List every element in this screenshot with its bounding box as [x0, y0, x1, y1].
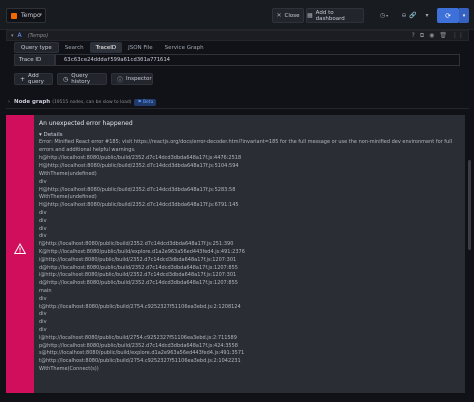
stack-line: WithTheme(Connect(s)) [39, 365, 99, 372]
add-query-label: Add query [28, 73, 44, 85]
chevron-down-icon: ▾ [386, 13, 389, 18]
trace-id-input[interactable]: 63c63ce24dddaf599a61cd301a771614 [55, 54, 460, 66]
error-boundary-panel: An unexpected error happened ▾ Details E… [6, 115, 465, 393]
add-query-button[interactable]: + Add query [14, 73, 53, 85]
time-picker-button[interactable]: ◷ ▾ [375, 8, 393, 23]
rocket-icon: ⚑ [137, 99, 142, 105]
stack-line: div [39, 217, 47, 224]
chevron-right-icon: › [8, 99, 10, 105]
stack-line: div [39, 178, 47, 185]
stack-line: h@http://localhost:8080/public/build/235… [39, 155, 242, 162]
stack-line: i@http://localhost:8080/public/build/235… [39, 256, 237, 263]
share-link-button[interactable]: 🔗 [406, 8, 420, 23]
more-options-button[interactable]: ▾ [420, 8, 434, 23]
tab-search[interactable]: Search [59, 42, 90, 53]
query-row-actions: ? ⧉ ◉ 🗑 ⋮⋮ [412, 32, 464, 40]
plus-icon: + [20, 75, 26, 83]
chevron-down-icon: ▾ [462, 12, 466, 19]
explore-toolbar: Tempo ▾ ✕ Close ▦ Add to dashboard ◷ ▾ ⊖ … [0, 0, 474, 30]
close-label: Close [284, 12, 300, 19]
stack-line: WithTheme(undefined) [39, 194, 97, 201]
drag-handle-icon[interactable]: ⋮⋮ [452, 32, 464, 40]
stack-line: div [39, 311, 47, 318]
stack-line: d@http://localhost:8080/public/build/235… [39, 264, 238, 271]
chevron-down-icon: ▾ [425, 12, 429, 19]
error-title: An unexpected error happened [39, 120, 133, 127]
warning-icon [14, 243, 26, 254]
error-stack-trace: h@http://localhost:8080/public/build/235… [39, 155, 459, 373]
stack-line: t@http://localhost:8080/public/build/275… [39, 303, 241, 310]
info-icon: ⓘ [117, 76, 124, 84]
add-to-dashboard-button[interactable]: ▦ Add to dashboard [306, 8, 364, 23]
stack-line: div [39, 319, 47, 326]
close-icon: ✕ [276, 12, 282, 19]
details-label: Details [43, 132, 63, 138]
stack-line: main [39, 287, 52, 294]
beta-badge: ⚑ Beta [134, 98, 157, 106]
beta-label: Beta [142, 99, 154, 105]
tab-service-graph[interactable]: Service Graph [159, 42, 210, 53]
query-history-label: Query history [71, 73, 91, 85]
query-row-label: A [17, 32, 22, 39]
inspector-button[interactable]: ⓘ Inspector [111, 73, 153, 85]
stack-line: f@http://localhost:8080/public/build/235… [39, 241, 234, 248]
history-icon: ◷ [63, 75, 69, 83]
stack-line: div [39, 233, 47, 240]
add-to-dashboard-label: Add to dashboard [315, 9, 345, 22]
stack-line: s@http://localhost:8080/public/build/exp… [39, 350, 245, 357]
run-query-button[interactable]: ⟳ [437, 8, 459, 23]
datasource-picker[interactable]: Tempo ▾ [6, 8, 46, 23]
query-row-datasource: (Tempo) [27, 32, 49, 39]
node-graph-subtitle: (19515 nodes, can be slow to load) [52, 99, 132, 105]
stack-line: d@http://localhost:8080/public/build/235… [39, 280, 238, 287]
run-query-dropdown[interactable]: ▾ [459, 8, 469, 23]
stack-line: div [39, 209, 47, 216]
query-type-label: Query type [14, 42, 59, 53]
datasource-name: Tempo [21, 12, 41, 19]
link-icon: 🔗 [409, 12, 417, 19]
duplicate-icon[interactable]: ⧉ [420, 32, 424, 40]
stack-line: p@http://localhost:8080/public/build/235… [39, 342, 238, 349]
eye-icon[interactable]: ◉ [429, 32, 434, 40]
trace-id-field: Trace ID 63c63ce24dddaf599a61cd301a77161… [14, 54, 460, 66]
query-type-tabs: Query type Search TraceID JSON File Serv… [14, 42, 210, 53]
trash-icon[interactable]: 🗑 [439, 32, 447, 40]
close-button[interactable]: ✕ Close [272, 8, 304, 23]
inspector-label: Inspector [126, 76, 152, 82]
error-details: ▾ Details Error: Minified React error #1… [39, 132, 459, 374]
stack-line: H@http://localhost:8080/public/build/235… [39, 186, 236, 193]
stack-line: l@http://localhost:8080/public/build/275… [39, 334, 237, 341]
node-graph-header[interactable]: › Node graph (19515 nodes, can be slow t… [6, 96, 469, 109]
apps-icon: ▦ [307, 12, 313, 19]
stack-line: i@http://localhost:8080/public/build/235… [39, 272, 237, 279]
clock-icon: ◷ [379, 12, 386, 19]
error-message: Error: Minified React error #185; visit … [39, 139, 452, 153]
triangle-down-icon: ▾ [39, 132, 42, 138]
query-history-button[interactable]: ◷ Query history [57, 73, 107, 85]
node-graph-title: Node graph [14, 99, 51, 105]
query-row-header: ▾ A (Tempo) ? ⧉ ◉ 🗑 ⋮⋮ [6, 30, 469, 41]
stack-line: K@http://localhost:8080/public/build/exp… [39, 248, 245, 255]
tempo-logo-icon [11, 12, 17, 19]
help-icon[interactable]: ? [412, 32, 415, 40]
stack-line: div [39, 225, 47, 232]
tab-json-file[interactable]: JSON File [122, 42, 159, 53]
stack-line: div [39, 326, 47, 333]
stack-line: div [39, 295, 47, 302]
collapse-icon[interactable]: ▾ [11, 33, 14, 39]
stack-line: WithTheme(undefined) [39, 171, 97, 177]
stack-line: H@http://localhost:8080/public/build/235… [39, 202, 239, 209]
stack-line: t@http://localhost:8080/public/build/275… [39, 358, 241, 365]
scrollbar[interactable] [468, 160, 471, 250]
tab-traceid[interactable]: TraceID [89, 42, 123, 53]
stack-line: H@http://localhost:8080/public/build/235… [39, 163, 239, 170]
refresh-icon: ⟳ [445, 11, 451, 20]
details-toggle[interactable]: ▾ Details [39, 132, 459, 138]
chevron-down-icon: ▾ [39, 12, 42, 18]
trace-id-label: Trace ID [14, 54, 55, 66]
